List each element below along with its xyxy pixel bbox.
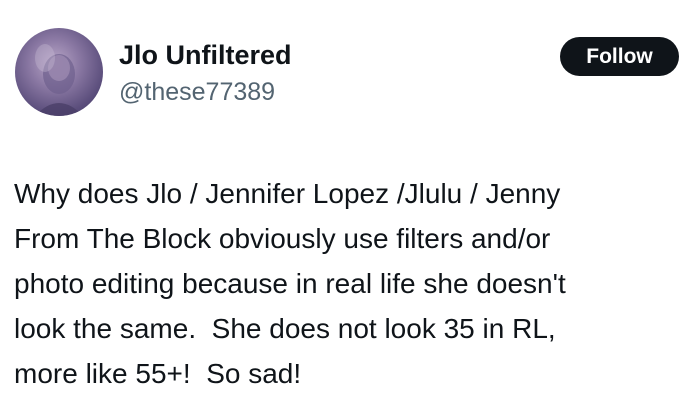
follow-button[interactable]: Follow — [560, 37, 679, 76]
profile-photo-icon — [35, 44, 83, 116]
tweet-text-line: Why does Jlo / Jennifer Lopez /Jlulu / J… — [14, 178, 561, 209]
tweet-text-line: look the same. She does not look 35 in R… — [14, 313, 556, 344]
tweet-text-line: From The Block obviously use filters and… — [14, 223, 551, 254]
tweet-card: Jlo Unfiltered @these77389 Follow Why do… — [0, 0, 700, 419]
tweet-text: Why does Jlo / Jennifer Lopez /Jlulu / J… — [14, 171, 686, 396]
author-handle[interactable]: @these77389 — [119, 77, 275, 107]
tweet-text-line: photo editing because in real life she d… — [14, 268, 566, 299]
avatar[interactable] — [15, 28, 103, 116]
tweet-text-line: more like 55+! So sad! — [14, 358, 302, 389]
author-name[interactable]: Jlo Unfiltered — [119, 40, 292, 70]
